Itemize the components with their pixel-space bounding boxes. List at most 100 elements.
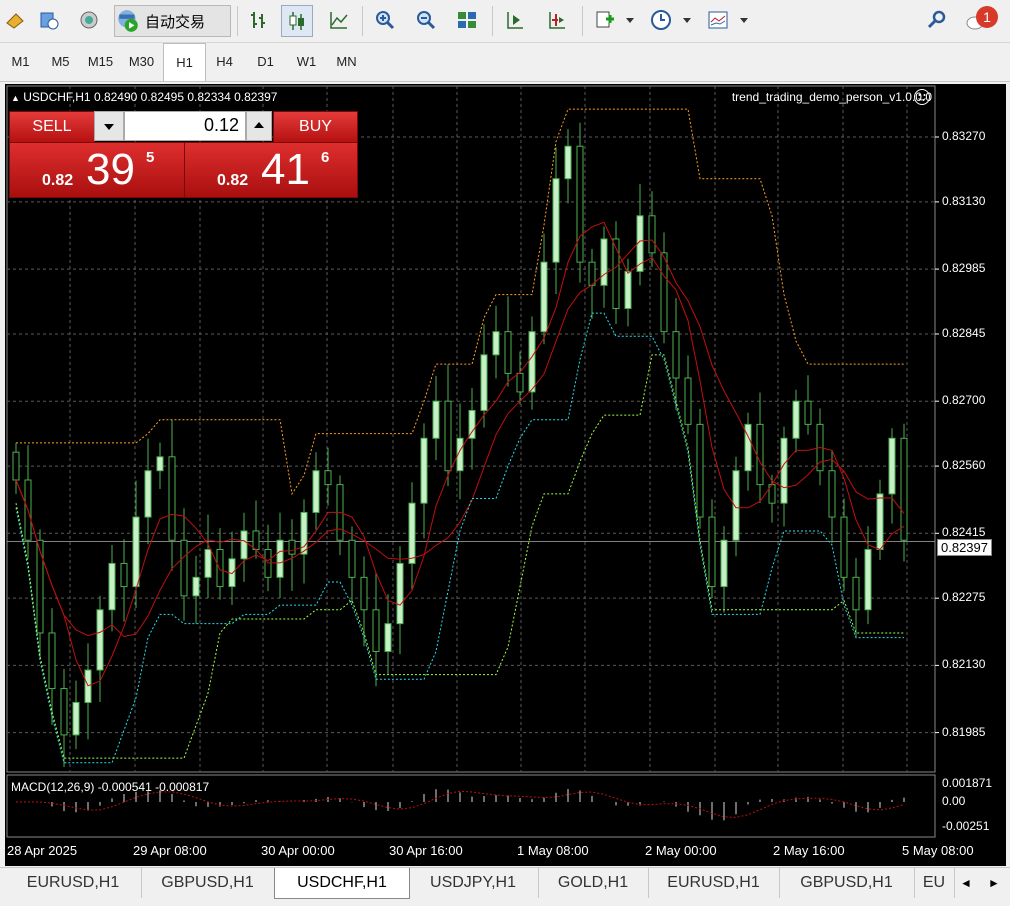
- lot-decrease-button[interactable]: [94, 111, 124, 141]
- symbol-tab[interactable]: USDCHF,H1: [274, 868, 410, 899]
- price-axis-label: 0.82415: [942, 525, 986, 540]
- tile-windows-icon[interactable]: [452, 5, 482, 35]
- sell-price-box[interactable]: 0.82 39 5: [9, 142, 185, 198]
- symbol-tab[interactable]: USDJPY,H1: [408, 868, 539, 898]
- timeframe-h4[interactable]: H4: [204, 43, 245, 80]
- templates-icon[interactable]: [703, 5, 733, 35]
- time-axis-label: 30 Apr 16:00: [389, 843, 463, 858]
- symbol-tabs: EURUSD,H1 GBPUSD,H1 USDCHF,H1 USDJPY,H1 GOLD…: [0, 867, 1010, 906]
- candle-body: [348, 539, 356, 578]
- bar-chart-icon[interactable]: [244, 5, 274, 35]
- buy-price-big: 41: [261, 145, 310, 194]
- timeframe-mn[interactable]: MN: [326, 43, 367, 80]
- auto-trading-icon: [118, 10, 138, 32]
- timeframe-m1[interactable]: M1: [0, 43, 41, 80]
- toolbar-separator: [582, 6, 583, 36]
- sell-price-big: 39: [86, 145, 135, 194]
- price-axis-label: 0.82700: [942, 393, 986, 408]
- candle-body: [216, 549, 224, 588]
- candle-body: [792, 400, 800, 439]
- zoom-out-icon[interactable]: [411, 5, 441, 35]
- candle-body: [492, 331, 500, 356]
- candle-body: [36, 539, 44, 634]
- time-axis-label: 2 May 16:00: [773, 843, 845, 858]
- chart-canvas[interactable]: [5, 84, 1006, 866]
- timeframe-d1[interactable]: D1: [245, 43, 286, 80]
- candle-body: [756, 423, 764, 486]
- symbol-tab[interactable]: EU: [914, 868, 955, 898]
- symbol-tab[interactable]: EURUSD,H1: [5, 868, 142, 898]
- indicators-icon[interactable]: [590, 5, 620, 35]
- symbol-tab[interactable]: EURUSD,H1: [648, 868, 780, 898]
- timeframe-w1[interactable]: W1: [286, 43, 327, 80]
- signals-icon[interactable]: [74, 5, 104, 35]
- sell-price-sup: 5: [146, 149, 155, 166]
- history-icon[interactable]: [34, 5, 64, 35]
- indicators-dropdown-arrow-icon[interactable]: [626, 18, 634, 23]
- candle-body: [564, 145, 572, 180]
- tab-scroll-right-icon[interactable]: ►: [988, 876, 1000, 890]
- timeframe-m15[interactable]: M15: [80, 43, 121, 80]
- auto-trading-button[interactable]: 自动交易: [114, 5, 231, 37]
- buy-button[interactable]: BUY: [273, 111, 358, 143]
- toolbar-separator: [237, 6, 238, 36]
- zoom-in-icon[interactable]: [370, 5, 400, 35]
- candle-body: [240, 530, 248, 560]
- candle-body: [624, 270, 632, 309]
- new-order-icon[interactable]: [0, 5, 30, 35]
- timeframe-m30[interactable]: M30: [121, 43, 162, 80]
- periods-clock-icon[interactable]: [646, 5, 676, 35]
- macd-label: MACD(12,26,9) -0.000541 -0.000817: [11, 780, 210, 794]
- price-axis-label: 0.82845: [942, 325, 986, 340]
- toolbar-separator: [362, 6, 363, 36]
- candle-body: [360, 576, 368, 611]
- time-axis-label: 30 Apr 00:00: [261, 843, 335, 858]
- candle-body: [540, 261, 548, 333]
- notification-badge: 1: [976, 6, 998, 28]
- time-axis-label: 2 May 00:00: [645, 843, 717, 858]
- candlestick-chart-icon[interactable]: [281, 5, 313, 37]
- candle-body: [396, 562, 404, 625]
- lot-increase-button[interactable]: [246, 111, 272, 141]
- timeframe-h1[interactable]: H1: [163, 43, 206, 81]
- candle-body: [804, 400, 812, 425]
- chart-shift-icon[interactable]: [542, 5, 572, 35]
- periods-dropdown-arrow-icon[interactable]: [683, 18, 691, 23]
- symbol-tab[interactable]: GBPUSD,H1: [141, 868, 275, 898]
- time-axis-label: 1 May 08:00: [517, 843, 589, 858]
- buy-price-sup: 6: [321, 149, 330, 166]
- candle-body: [516, 372, 524, 393]
- tab-scroll-left-icon[interactable]: ◄: [960, 876, 972, 890]
- sell-price-prefix: 0.82: [42, 172, 74, 189]
- candle-body: [252, 530, 260, 551]
- candle-body: [60, 688, 68, 736]
- buy-price-box[interactable]: 0.82 41 6: [184, 142, 358, 198]
- symbol-tab[interactable]: GOLD,H1: [538, 868, 649, 898]
- time-axis-label: 5 May 08:00: [902, 843, 974, 858]
- candle-body: [132, 516, 140, 588]
- candle-body: [276, 539, 284, 578]
- arrow-down-icon: [104, 124, 114, 130]
- candle-body: [408, 502, 416, 564]
- candle-body: [180, 539, 188, 597]
- sell-button[interactable]: SELL: [9, 111, 95, 143]
- candle-body: [120, 562, 128, 588]
- line-chart-icon[interactable]: [324, 5, 354, 35]
- timeframe-m5[interactable]: M5: [40, 43, 81, 80]
- templates-dropdown-arrow-icon[interactable]: [740, 18, 748, 23]
- lot-size-input[interactable]: 0.12: [124, 111, 246, 141]
- expert-advisor-label: trend_trading_demo_person_v1.0.0.0: [731, 90, 932, 104]
- candle-body: [828, 470, 836, 518]
- collapse-triangle-icon[interactable]: ▲: [11, 93, 20, 103]
- candle-body: [888, 437, 896, 495]
- arrow-up-icon: [254, 122, 264, 128]
- current-price-label: 0.82397: [937, 539, 992, 556]
- chart-title: ▲ USDCHF,H1 0.82490 0.82495 0.82334 0.82…: [11, 90, 277, 104]
- auto-scroll-icon[interactable]: [500, 5, 530, 35]
- candle-body: [528, 331, 536, 393]
- search-icon[interactable]: [922, 5, 952, 35]
- chart-window[interactable]: ▲ USDCHF,H1 0.82490 0.82495 0.82334 0.82…: [5, 84, 1006, 866]
- symbol-tab[interactable]: GBPUSD,H1: [779, 868, 915, 898]
- auto-trading-label: 自动交易: [145, 13, 206, 31]
- candle-body: [708, 516, 716, 588]
